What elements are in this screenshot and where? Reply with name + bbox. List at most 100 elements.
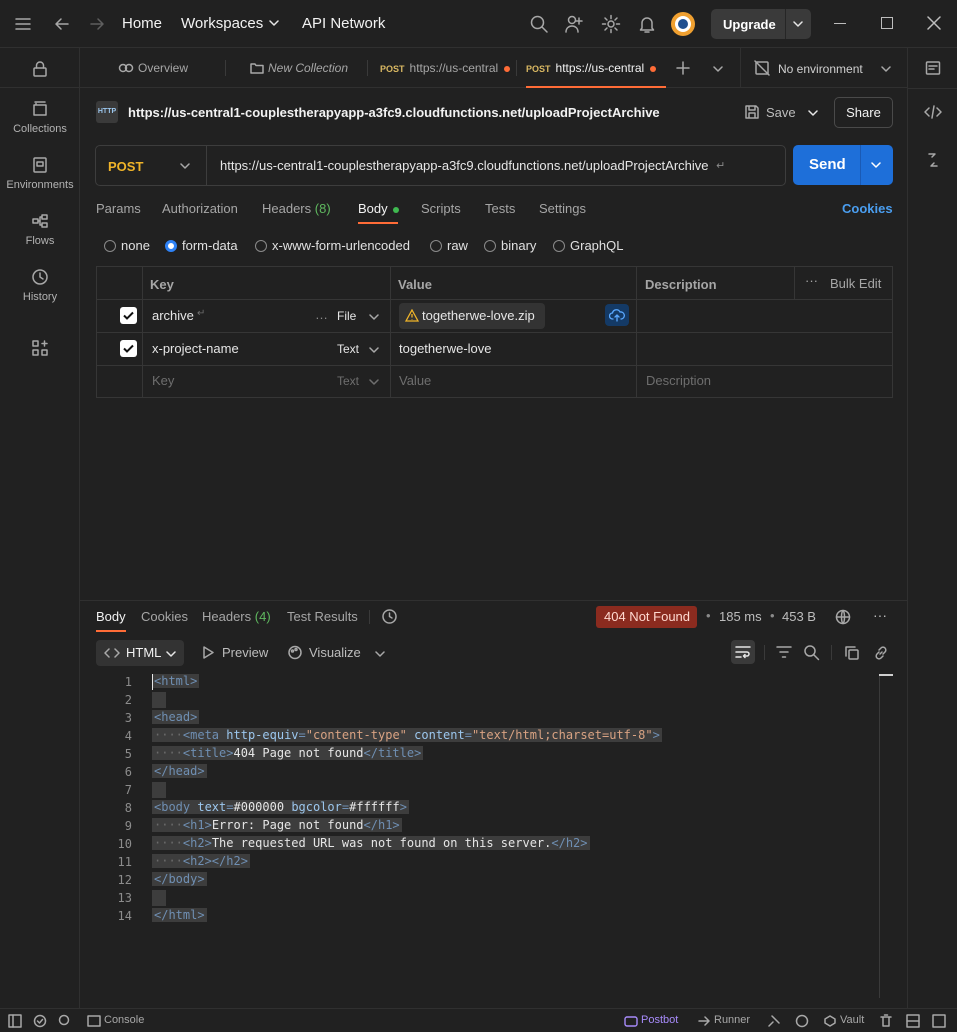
console-button[interactable]: Console: [104, 1014, 144, 1026]
toggle-sidebar-icon[interactable]: [8, 1014, 22, 1028]
response-history-icon[interactable]: [381, 608, 398, 625]
preview-button[interactable]: Preview: [222, 645, 268, 660]
radio-form-data[interactable]: form-data: [165, 238, 238, 253]
new-tab-plus-icon[interactable]: [676, 61, 690, 75]
row-key[interactable]: x-project-name: [152, 341, 239, 356]
find-icon[interactable]: [58, 1014, 72, 1028]
save-options-chevron-icon[interactable]: [808, 109, 818, 117]
nav-home[interactable]: Home: [122, 15, 162, 32]
type-chevron-icon[interactable]: [369, 346, 379, 354]
row-type-selector[interactable]: File: [337, 309, 356, 323]
network-globe-icon[interactable]: [835, 609, 851, 625]
send-options-chevron-icon[interactable]: [871, 161, 881, 169]
send-button[interactable]: Send: [809, 156, 846, 173]
row-enabled-checkbox[interactable]: [120, 340, 137, 357]
request-title[interactable]: https://us-central1-couplestherapyapp-a3…: [128, 105, 660, 120]
save-button[interactable]: Save: [766, 105, 796, 120]
sidebar-item-environments[interactable]: Environments: [0, 156, 80, 191]
chevron-down-icon[interactable]: [269, 19, 279, 27]
bulk-edit-button[interactable]: Bulk Edit: [830, 276, 881, 291]
add-widgets-icon[interactable]: [31, 339, 49, 357]
radio-none[interactable]: none: [104, 238, 150, 253]
type-chevron-icon[interactable]: [369, 378, 379, 386]
cookies-link[interactable]: Cookies: [842, 201, 893, 216]
format-selector[interactable]: HTML: [96, 640, 184, 666]
radio-binary[interactable]: binary: [484, 238, 536, 253]
scrollbar-track[interactable]: [879, 676, 880, 998]
avatar[interactable]: [671, 12, 695, 36]
wrap-lines-button[interactable]: [731, 640, 755, 664]
tab-new-collection[interactable]: New Collection: [250, 48, 370, 88]
upgrade-chevron-icon[interactable]: [793, 20, 803, 28]
vault-button[interactable]: Vault: [840, 1014, 864, 1026]
menu-icon[interactable]: [14, 16, 32, 32]
response-tab-headers[interactable]: Headers (4): [202, 609, 271, 624]
add-user-icon[interactable]: [564, 14, 584, 34]
copy-icon[interactable]: [844, 645, 860, 661]
related-arrows-icon[interactable]: [926, 152, 940, 168]
response-tab-cookies[interactable]: Cookies: [141, 609, 188, 624]
response-tab-test-results[interactable]: Test Results: [287, 609, 358, 624]
environment-chevron-icon[interactable]: [881, 65, 891, 73]
share-button[interactable]: Share: [834, 97, 893, 128]
capture-icon[interactable]: [767, 1014, 781, 1028]
tab-settings[interactable]: Settings: [539, 201, 586, 216]
nav-workspaces[interactable]: Workspaces: [181, 15, 263, 32]
response-time[interactable]: 185 ms: [719, 609, 762, 624]
back-arrow-icon[interactable]: [53, 15, 71, 33]
tab-request-2-active[interactable]: POST https://us-central: [526, 48, 661, 88]
radio-urlencoded[interactable]: x-www-form-urlencoded: [255, 238, 410, 253]
online-status-icon[interactable]: [33, 1014, 47, 1028]
tab-scripts[interactable]: Scripts: [421, 201, 461, 216]
new-key-input[interactable]: Key: [152, 373, 174, 388]
key-more-icon[interactable]: …: [315, 307, 328, 322]
tab-params[interactable]: Params: [96, 201, 141, 216]
response-more-icon[interactable]: ···: [873, 607, 887, 623]
type-chevron-icon[interactable]: [369, 313, 379, 321]
environment-selector[interactable]: No environment: [778, 62, 863, 76]
minimize-icon[interactable]: [834, 23, 846, 24]
layout-icon[interactable]: [906, 1014, 920, 1028]
tab-headers[interactable]: Headers (8): [262, 201, 331, 216]
response-tab-body[interactable]: Body: [96, 609, 126, 624]
filter-icon[interactable]: [776, 645, 792, 659]
help-icon[interactable]: [932, 1014, 946, 1028]
lock-icon[interactable]: [31, 60, 49, 78]
radio-graphql[interactable]: GraphQL: [553, 238, 623, 253]
tab-overview[interactable]: Overview: [118, 48, 228, 88]
row-type-selector[interactable]: Text: [337, 342, 359, 356]
new-description-input[interactable]: Description: [646, 373, 711, 388]
nav-api-network[interactable]: API Network: [302, 15, 385, 32]
tab-authorization[interactable]: Authorization: [162, 201, 238, 216]
new-value-input[interactable]: Value: [399, 373, 431, 388]
tab-tests[interactable]: Tests: [485, 201, 515, 216]
response-code-editor[interactable]: 1 2 3 4 5 6 7 8 9 10 11 12 13 14 <html> …: [96, 672, 876, 1002]
sidebar-item-history[interactable]: History: [0, 268, 80, 303]
tab-body[interactable]: Body: [358, 201, 399, 216]
tab-list-chevron-icon[interactable]: [713, 65, 723, 73]
file-chip[interactable]: togetherwe-love.zip: [399, 303, 545, 329]
code-snippet-icon[interactable]: [924, 105, 942, 119]
notification-bell-icon[interactable]: [638, 14, 656, 34]
tab-request-1[interactable]: POST https://us-central: [380, 48, 515, 88]
more-options-icon[interactable]: ···: [805, 273, 818, 288]
upgrade-button[interactable]: Upgrade: [723, 17, 776, 32]
cookies-icon[interactable]: [795, 1014, 809, 1028]
postbot-button[interactable]: Postbot: [641, 1014, 678, 1026]
runner-button[interactable]: Runner: [714, 1014, 750, 1026]
method-chevron-icon[interactable]: [180, 162, 190, 170]
environment-quicklook-icon[interactable]: [925, 60, 941, 76]
row-key[interactable]: archive: [152, 308, 194, 323]
sidebar-item-flows[interactable]: Flows: [0, 212, 80, 247]
close-icon[interactable]: [927, 16, 941, 30]
radio-raw[interactable]: raw: [430, 238, 468, 253]
pane-divider[interactable]: [80, 600, 907, 601]
status-badge[interactable]: 404 Not Found: [596, 606, 697, 628]
visualize-chevron-icon[interactable]: [375, 650, 385, 658]
trash-icon[interactable]: [880, 1014, 892, 1028]
scrollbar-thumb[interactable]: [879, 674, 893, 676]
sidebar-item-collections[interactable]: Collections: [0, 100, 80, 135]
row-value[interactable]: togetherwe-love: [399, 341, 492, 356]
visualize-button[interactable]: Visualize: [309, 645, 361, 660]
maximize-icon[interactable]: [881, 17, 893, 29]
